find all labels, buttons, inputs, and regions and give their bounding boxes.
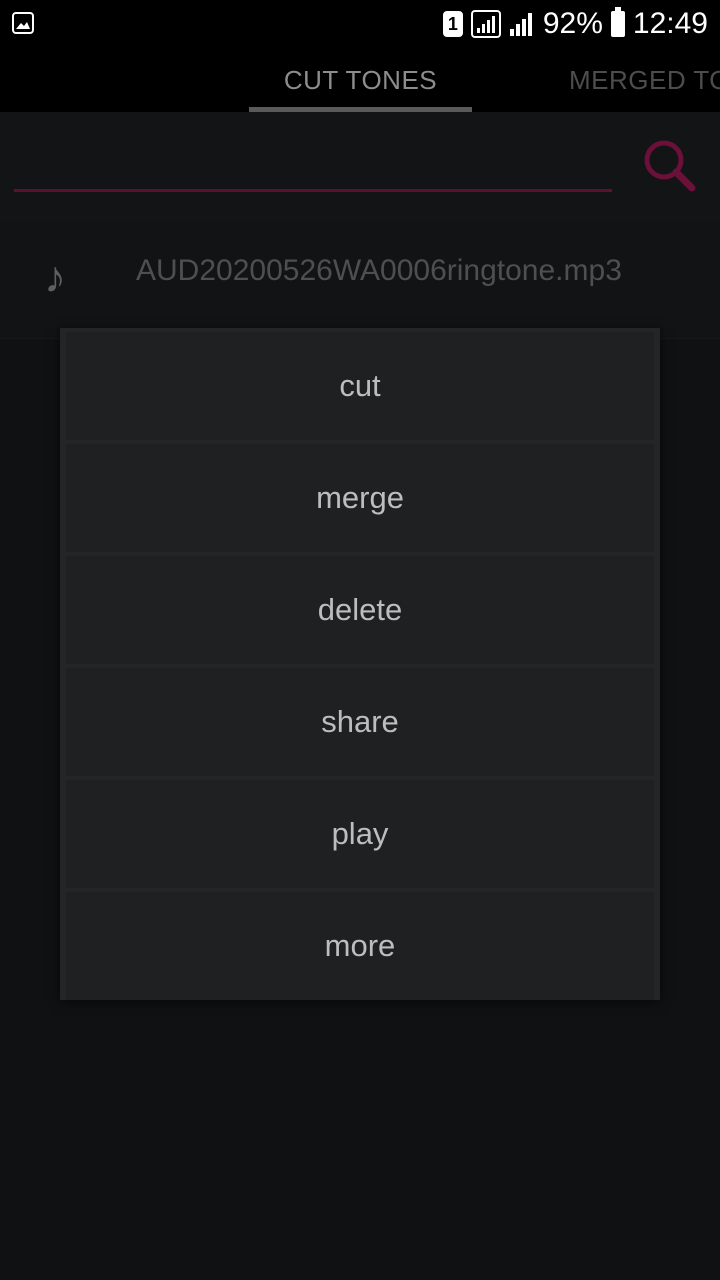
file-name: AUD20200526WA0006ringtone.mp3 [136, 254, 622, 287]
sim-icon: 1 [442, 11, 463, 37]
status-bar: 1 92% 12:49 [0, 0, 720, 48]
battery-icon [610, 7, 625, 37]
search-button[interactable] [640, 136, 700, 196]
tab-bar: CUT TONES MERGED TONES [0, 48, 720, 112]
tab-cut-tones-label: CUT TONES [283, 64, 438, 95]
wifi-signal-icon [470, 10, 501, 38]
menu-item-label: play [331, 816, 389, 851]
menu-item-play[interactable]: play [66, 780, 654, 888]
menu-item-delete[interactable]: delete [66, 556, 654, 664]
status-icons: 1 92% 12:49 [442, 0, 708, 48]
menu-item-label: merge [316, 480, 404, 515]
cell-signal-icon [509, 13, 532, 36]
menu-item-share[interactable]: share [66, 668, 654, 776]
tab-cut-tones[interactable]: CUT TONES [249, 48, 472, 112]
menu-item-label: share [321, 704, 399, 739]
search-icon [644, 140, 696, 192]
menu-item-label: more [324, 928, 396, 963]
list-item[interactable]: ♪ AUD20200526WA0006ringtone.mp3 [0, 222, 720, 339]
clock-time: 12:49 [632, 7, 708, 40]
music-note-icon: ♪ [44, 253, 66, 302]
app-screen: 1 92% 12:49 CUT TONES MERGED TO ♪ AUD202… [0, 0, 720, 1280]
battery-percent: 92% [542, 7, 603, 40]
menu-item-more[interactable]: more [66, 892, 654, 1000]
menu-item-cut[interactable]: cut [66, 332, 654, 440]
search-bar [0, 112, 720, 222]
gallery-icon [12, 12, 34, 34]
search-input[interactable] [14, 142, 612, 192]
menu-item-merge[interactable]: merge [66, 444, 654, 552]
context-menu: cut merge delete share play more [60, 328, 660, 1000]
tab-merged-tones-label: MERGED TONES [569, 64, 720, 95]
tab-merged-tones[interactable]: MERGED TONES [569, 48, 720, 112]
menu-item-label: cut [339, 368, 381, 403]
menu-item-label: delete [317, 592, 403, 627]
